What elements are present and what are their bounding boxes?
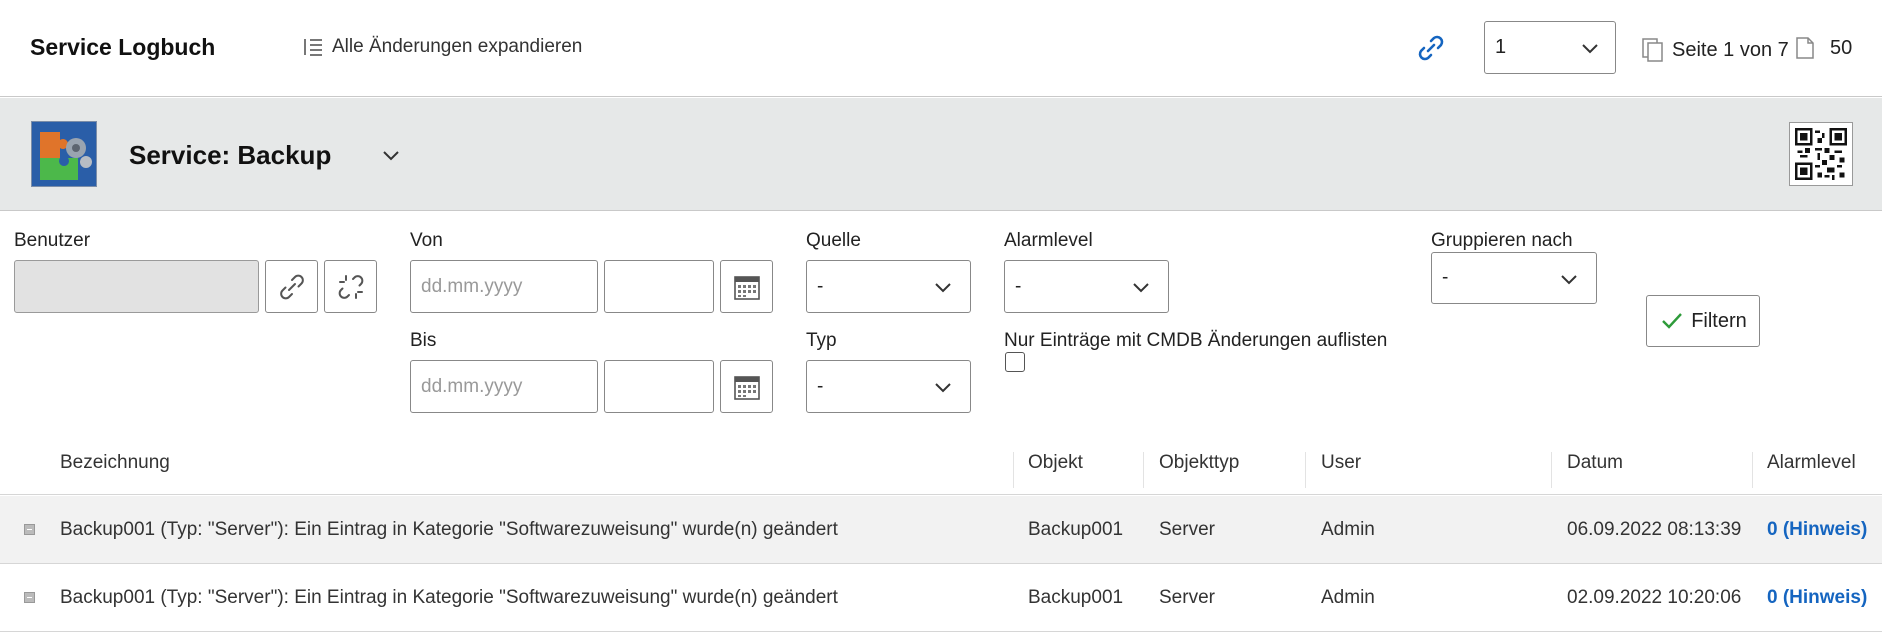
gruppieren-label: Gruppieren nach bbox=[1431, 230, 1573, 251]
von-date-placeholder: dd.mm.yyyy bbox=[421, 275, 523, 297]
page-title: Service Logbuch bbox=[30, 34, 216, 60]
filter-button-label: Filtern bbox=[1691, 309, 1747, 332]
bis-calendar-button[interactable] bbox=[720, 360, 773, 413]
column-divider bbox=[1013, 452, 1014, 488]
von-calendar-button[interactable] bbox=[720, 260, 773, 313]
quelle-label: Quelle bbox=[806, 230, 861, 251]
bis-label: Bis bbox=[410, 330, 437, 351]
quelle-select[interactable]: - bbox=[806, 260, 971, 313]
attach-user-button[interactable] bbox=[265, 260, 318, 313]
von-date-field[interactable]: dd.mm.yyyy bbox=[410, 260, 598, 313]
service-header: Service: Backup bbox=[0, 98, 1882, 211]
cmdb-only-label: Nur Einträge mit CMDB Änderungen auflist… bbox=[1004, 330, 1388, 351]
permalink-icon[interactable] bbox=[1415, 32, 1447, 64]
cmdb-only-checkbox[interactable] bbox=[1005, 352, 1025, 372]
cell-objekt: Backup001 bbox=[1028, 587, 1124, 608]
col-alarmlevel[interactable]: Alarmlevel bbox=[1767, 452, 1856, 474]
bis-date-field[interactable]: dd.mm.yyyy bbox=[410, 360, 598, 413]
detach-user-button[interactable] bbox=[324, 260, 377, 313]
col-objekttyp[interactable]: Objekttyp bbox=[1159, 452, 1239, 474]
alarmlevel-select[interactable]: - bbox=[1004, 260, 1169, 313]
table-row[interactable]: Backup001 (Typ: "Server"): Ein Eintrag i… bbox=[0, 496, 1882, 564]
chevron-down-icon[interactable] bbox=[381, 145, 401, 165]
bis-time-field[interactable] bbox=[604, 360, 714, 413]
benutzer-label: Benutzer bbox=[14, 230, 91, 251]
qr-code-icon[interactable] bbox=[1789, 122, 1853, 186]
gruppieren-select[interactable]: - bbox=[1431, 252, 1597, 304]
chevron-down-icon bbox=[1133, 283, 1149, 293]
typ-label: Typ bbox=[806, 330, 837, 351]
alarmlevel-label: Alarmlevel bbox=[1004, 230, 1093, 251]
gruppieren-value: - bbox=[1442, 267, 1449, 288]
row-expand-icon[interactable] bbox=[24, 524, 35, 535]
chevron-down-icon bbox=[935, 383, 951, 393]
page-info: Seite 1 von 7 bbox=[1640, 36, 1789, 64]
table-header: Bezeichnung Objekt Objekttyp User Datum … bbox=[0, 440, 1882, 495]
filter-button[interactable]: Filtern bbox=[1646, 295, 1760, 347]
per-page[interactable]: 50 bbox=[1794, 36, 1852, 60]
typ-value: - bbox=[817, 375, 824, 397]
alarmlevel-value: - bbox=[1015, 275, 1022, 297]
page-info-text: Seite 1 von 7 bbox=[1672, 38, 1789, 61]
von-time-field[interactable] bbox=[604, 260, 714, 313]
col-datum[interactable]: Datum bbox=[1567, 452, 1623, 474]
table-row[interactable]: Backup001 (Typ: "Server"): Ein Eintrag i… bbox=[0, 564, 1882, 632]
expand-all-button[interactable]: Alle Änderungen expandieren bbox=[302, 36, 582, 58]
bis-date-placeholder: dd.mm.yyyy bbox=[421, 375, 523, 397]
cell-alarmlevel: 0 (Hinweis) bbox=[1767, 519, 1868, 540]
service-title: Service: Backup bbox=[129, 140, 332, 170]
pages-icon bbox=[1642, 38, 1663, 62]
column-divider bbox=[1551, 452, 1552, 488]
column-divider bbox=[1143, 452, 1144, 488]
col-user[interactable]: User bbox=[1321, 452, 1361, 474]
chevron-down-icon bbox=[1582, 44, 1598, 54]
unlink-icon bbox=[338, 274, 363, 299]
column-divider bbox=[1305, 452, 1306, 488]
cell-user: Admin bbox=[1321, 519, 1375, 540]
col-objekt[interactable]: Objekt bbox=[1028, 452, 1083, 474]
row-expand-icon[interactable] bbox=[24, 592, 35, 603]
calendar-icon bbox=[733, 275, 760, 300]
per-page-value: 50 bbox=[1830, 36, 1853, 59]
chevron-down-icon bbox=[1561, 275, 1577, 285]
cell-objekttyp: Server bbox=[1159, 519, 1215, 540]
checkmark-icon bbox=[1662, 313, 1683, 329]
top-toolbar: Service Logbuch Alle Änderungen expandie… bbox=[0, 0, 1882, 97]
link-icon bbox=[279, 274, 304, 299]
cell-bezeichnung: Backup001 (Typ: "Server"): Ein Eintrag i… bbox=[60, 587, 838, 608]
quelle-value: - bbox=[817, 275, 824, 297]
cell-datum: 02.09.2022 10:20:06 bbox=[1567, 587, 1742, 608]
page-number-value: 1 bbox=[1495, 36, 1507, 58]
expand-all-label: Alle Änderungen expandieren bbox=[332, 36, 583, 57]
list-expand-icon bbox=[304, 39, 322, 56]
cell-user: Admin bbox=[1321, 587, 1375, 608]
service-logo bbox=[31, 121, 97, 187]
cell-alarmlevel: 0 (Hinweis) bbox=[1767, 587, 1868, 608]
column-divider bbox=[1752, 452, 1753, 488]
cell-bezeichnung: Backup001 (Typ: "Server"): Ein Eintrag i… bbox=[60, 519, 838, 540]
cell-objekt: Backup001 bbox=[1028, 519, 1124, 540]
page-number-select[interactable]: 1 bbox=[1484, 21, 1616, 74]
von-label: Von bbox=[410, 230, 443, 251]
page-icon bbox=[1796, 37, 1814, 59]
chevron-down-icon bbox=[935, 283, 951, 293]
benutzer-field[interactable] bbox=[14, 260, 259, 313]
calendar-icon bbox=[733, 375, 760, 400]
cell-objekttyp: Server bbox=[1159, 587, 1215, 608]
typ-select[interactable]: - bbox=[806, 360, 971, 413]
col-bezeichnung[interactable]: Bezeichnung bbox=[60, 452, 170, 474]
cell-datum: 06.09.2022 08:13:39 bbox=[1567, 519, 1742, 540]
